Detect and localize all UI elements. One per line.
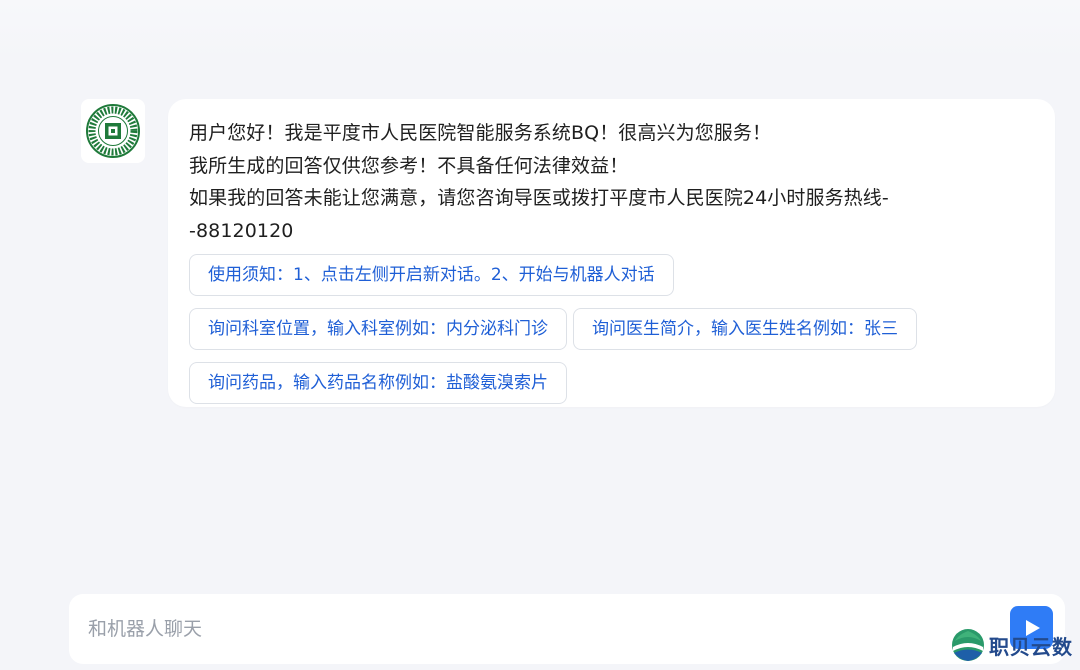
suggestion-department-location[interactable]: 询问科室位置，输入科室例如：内分泌科门诊: [189, 308, 567, 350]
top-band: [0, 0, 1080, 60]
bot-message-line: 我所生成的回答仅供您参考！不具备任何法律效益！: [189, 154, 629, 177]
suggestion-list: 使用须知：1、点击左侧开启新对话。2、开始与机器人对话 询问科室位置，输入科室例…: [189, 254, 989, 404]
chat-composer: [69, 594, 1065, 664]
bot-message-line: 用户您好！我是平度市人民医院智能服务系统BQ！很高兴为您服务！: [189, 122, 772, 144]
bot-message-bubble: 用户您好！我是平度市人民医院智能服务系统BQ！很高兴为您服务！ 我所生成的回答仅…: [168, 99, 1055, 407]
bot-avatar: [81, 99, 145, 163]
suggestion-doctor-profile[interactable]: 询问医生简介，输入医生姓名例如：张三: [573, 308, 917, 350]
watermark: 职贝云数: [950, 624, 1076, 666]
watermark-text: 职贝云数: [989, 634, 1073, 659]
bot-message-line: 如果我的回答未能让您满意，请您咨询导医或拨打平度市人民医院24小时服务热线-: [189, 187, 889, 209]
globe-logo-icon: [952, 629, 984, 661]
hospital-logo-icon: [86, 104, 140, 158]
bot-message-line: -88120120: [189, 219, 294, 242]
suggestion-medicine-query[interactable]: 询问药品，输入药品名称例如：盐酸氨溴索片: [189, 362, 567, 404]
chat-input[interactable]: [69, 594, 989, 664]
suggestion-usage-notice[interactable]: 使用须知：1、点击左侧开启新对话。2、开始与机器人对话: [189, 254, 674, 296]
